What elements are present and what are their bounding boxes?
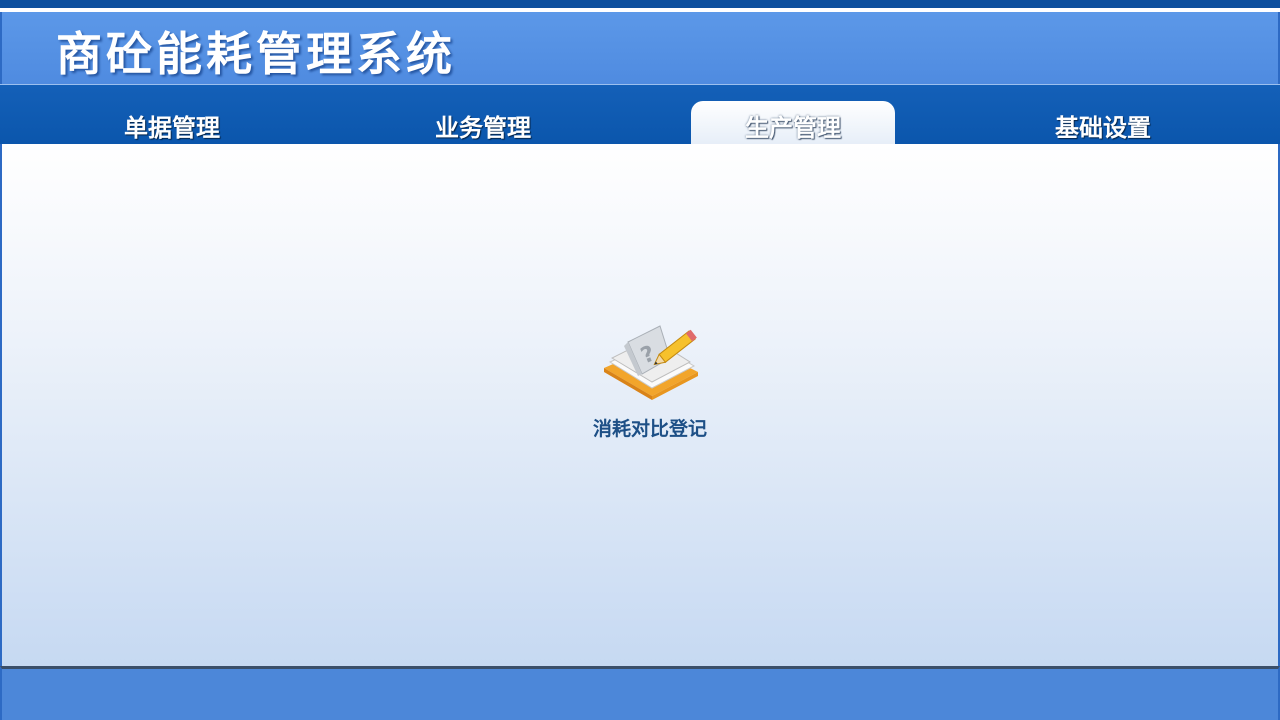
tab-documents[interactable]: 单据管理 — [70, 101, 274, 145]
tab-settings[interactable]: 基础设置 — [1001, 101, 1205, 145]
footer-bar — [0, 666, 1280, 720]
launcher-label: 消耗对比登记 — [592, 418, 707, 440]
top-strip — [0, 0, 1280, 10]
main-nav: 单据管理 业务管理 生产管理 基础设置 — [0, 84, 1280, 145]
tab-production[interactable]: 生产管理 — [691, 101, 895, 145]
notebook-pencil-icon: ? — [604, 325, 698, 400]
content-area: ? 消耗对比登记 — [0, 144, 1280, 666]
header-banner: 商砼能耗管理系统 — [0, 12, 1280, 84]
app-title: 商砼能耗管理系统 — [56, 27, 456, 81]
tab-business[interactable]: 业务管理 — [381, 101, 585, 145]
consumption-comparison-launcher[interactable]: ? 消耗对比登记 — [570, 322, 730, 442]
